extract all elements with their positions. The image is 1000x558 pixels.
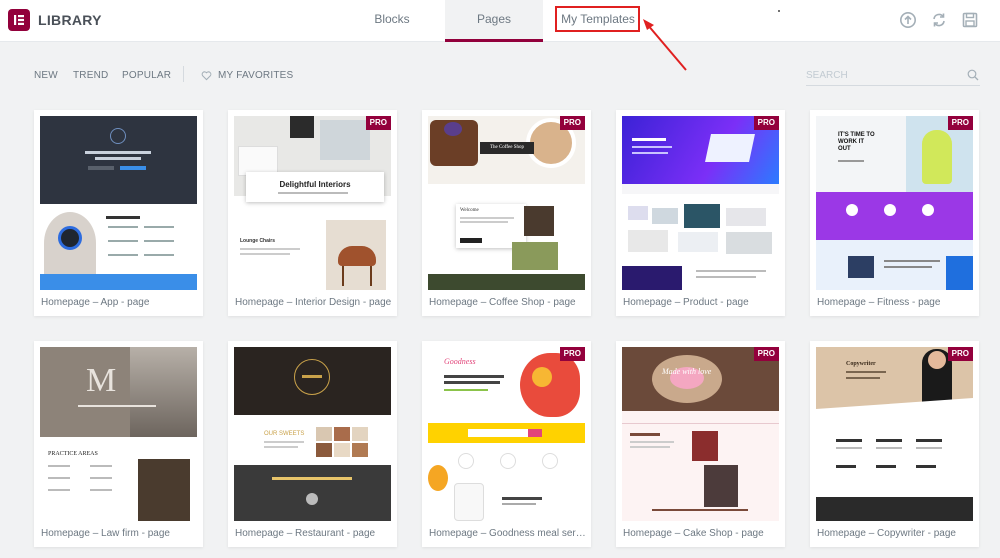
- template-card-product[interactable]: PRO Homepage – Product - page: [616, 110, 785, 316]
- library-title: LIBRARY: [38, 12, 102, 28]
- template-thumbnail: Made with love: [622, 347, 779, 521]
- stray-dot: [778, 10, 780, 12]
- template-card-label: Homepage – Product - page: [623, 297, 749, 308]
- annotation-arrow-icon: [643, 19, 687, 71]
- sync-icon[interactable]: [930, 11, 948, 29]
- template-card-label: Homepage – Goodness meal serv...: [429, 528, 586, 539]
- template-card-label: Homepage – Law firm - page: [41, 528, 170, 539]
- filter-my-favorites[interactable]: MY FAVORITES: [218, 70, 293, 81]
- template-card-coffee-shop[interactable]: The Coffee Shop Welcome PRO Homepage – C…: [422, 110, 591, 316]
- template-card-restaurant[interactable]: OUR SWEETS Homepage – Restaurant - page: [228, 341, 397, 547]
- template-card-cake-shop[interactable]: Made with love PRO Homepage – Cake Shop …: [616, 341, 785, 547]
- pro-badge: PRO: [753, 347, 779, 361]
- pro-badge: PRO: [947, 347, 973, 361]
- pro-badge: PRO: [559, 116, 585, 130]
- template-card-interior-design[interactable]: Delightful Interiors Lounge Chairs PRO H…: [228, 110, 397, 316]
- search-input[interactable]: [806, 66, 980, 86]
- filter-popular[interactable]: POPULAR: [122, 70, 171, 81]
- template-card-label: Homepage – App - page: [41, 297, 150, 308]
- search-icon[interactable]: [967, 69, 979, 81]
- template-card-copywriter[interactable]: Copywriter PRO Homepage – Copywriter - p…: [810, 341, 979, 547]
- template-thumbnail: [622, 116, 779, 290]
- pro-badge: PRO: [365, 116, 391, 130]
- heart-icon[interactable]: [201, 70, 212, 81]
- filter-divider: [183, 66, 184, 82]
- template-thumbnail: IT'S TIME TO WORK IT OUT: [816, 116, 973, 290]
- template-thumbnail: Delightful Interiors Lounge Chairs: [234, 116, 391, 290]
- template-card-law-firm[interactable]: M PRACTICE AREAS Homepage – Law firm - p…: [34, 341, 203, 547]
- template-card-label: Homepage – Fitness - page: [817, 297, 941, 308]
- template-card-app[interactable]: Homepage – App - page: [34, 110, 203, 316]
- template-card-label: Homepage – Copywriter - page: [817, 528, 956, 539]
- template-thumbnail: Goodness: [428, 347, 585, 521]
- template-thumbnail: OUR SWEETS: [234, 347, 391, 521]
- pro-badge: PRO: [559, 347, 585, 361]
- filter-trend[interactable]: TREND: [73, 70, 108, 81]
- template-thumbnail: Copywriter: [816, 347, 973, 521]
- template-card-label: Homepage – Coffee Shop - page: [429, 297, 576, 308]
- library-header: LIBRARY Blocks Pages My Templates: [0, 0, 1000, 42]
- tab-blocks[interactable]: Blocks: [355, 0, 429, 42]
- highlight-box: [555, 6, 640, 32]
- filter-new[interactable]: NEW: [34, 70, 58, 81]
- template-card-label: Homepage – Cake Shop - page: [623, 528, 764, 539]
- template-card-label: Homepage – Restaurant - page: [235, 528, 376, 539]
- upload-icon[interactable]: [899, 11, 917, 29]
- pro-badge: PRO: [947, 116, 973, 130]
- template-thumbnail: M PRACTICE AREAS: [40, 347, 197, 521]
- template-card-fitness[interactable]: IT'S TIME TO WORK IT OUT PRO Homepage – …: [810, 110, 979, 316]
- template-thumbnail: [40, 116, 197, 290]
- template-card-goodness-meal[interactable]: Goodness PRO Homepage – Goodness meal se…: [422, 341, 591, 547]
- pro-badge: PRO: [753, 116, 779, 130]
- elementor-logo-icon: [8, 9, 30, 31]
- template-card-label: Homepage – Interior Design - page: [235, 297, 392, 308]
- save-icon[interactable]: [961, 11, 979, 29]
- template-thumbnail: The Coffee Shop Welcome: [428, 116, 585, 290]
- tab-pages[interactable]: Pages: [445, 0, 543, 42]
